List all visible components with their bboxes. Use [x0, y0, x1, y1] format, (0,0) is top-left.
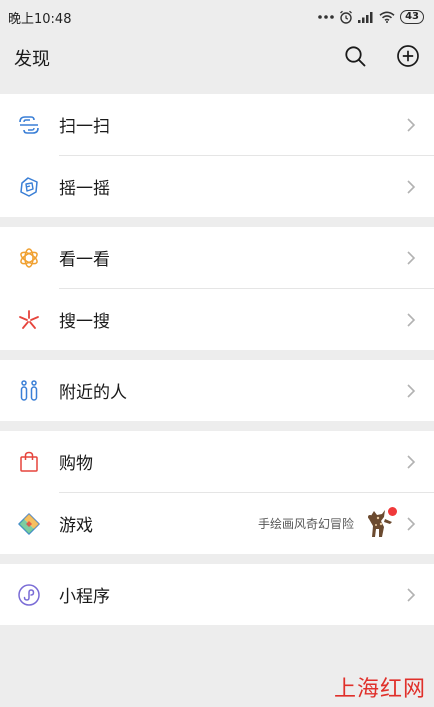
menu-group-4: 购物 游戏 手绘画风奇幻冒险 — [0, 431, 434, 554]
wifi-icon — [379, 11, 395, 23]
search-star-icon — [17, 308, 41, 332]
menu-group-2: 看一看 搜一搜 — [0, 227, 434, 350]
search-icon[interactable] — [344, 45, 366, 71]
mini-programs-icon — [17, 583, 41, 607]
menu-item-shopping[interactable]: 购物 — [0, 431, 434, 492]
games-promo-thumbnail — [360, 505, 398, 543]
menu-group-5: 小程序 — [0, 564, 434, 625]
shake-icon — [17, 175, 41, 199]
menu-item-mini-programs[interactable]: 小程序 — [0, 564, 434, 625]
chevron-right-icon — [406, 250, 418, 266]
header: 发现 — [0, 34, 434, 82]
menu-item-label: 摇一摇 — [59, 179, 110, 199]
add-icon[interactable] — [396, 44, 420, 72]
page-title: 发现 — [14, 49, 50, 70]
menu-item-shake[interactable]: 摇一摇 — [0, 156, 434, 217]
menu-item-label: 购物 — [59, 454, 93, 474]
chevron-right-icon — [406, 312, 418, 328]
status-bar: 晚上10:48 43 — [0, 0, 434, 34]
chevron-right-icon — [406, 383, 418, 399]
menu-item-label: 附近的人 — [59, 383, 127, 403]
menu-item-label: 小程序 — [59, 587, 110, 607]
battery-indicator: 43 — [400, 10, 424, 24]
chevron-right-icon — [406, 117, 418, 133]
signal-icon — [358, 11, 374, 23]
menu-group-3: 附近的人 — [0, 360, 434, 421]
menu-item-label: 看一看 — [59, 250, 110, 270]
chevron-right-icon — [406, 516, 418, 532]
alarm-icon — [339, 10, 353, 24]
menu-item-label: 扫一扫 — [59, 117, 110, 137]
chevron-right-icon — [406, 179, 418, 195]
notification-badge — [388, 506, 397, 516]
shopping-bag-icon — [17, 450, 41, 474]
menu-item-people-nearby[interactable]: 附近的人 — [0, 360, 434, 421]
scan-icon — [17, 113, 41, 137]
menu-item-label: 游戏 — [59, 516, 93, 536]
watermark: 上海红网 — [333, 677, 426, 702]
status-time: 晚上10:48 — [8, 11, 72, 27]
games-promo-text: 手绘画风奇幻冒险 — [257, 517, 354, 531]
menu-item-label: 搜一搜 — [59, 312, 110, 332]
chevron-right-icon — [406, 587, 418, 603]
games-icon — [17, 512, 41, 536]
more-dots-icon — [318, 14, 334, 20]
menu-item-scan[interactable]: 扫一扫 — [0, 94, 434, 155]
status-icons: 43 — [318, 10, 424, 24]
top-stories-icon — [17, 246, 41, 270]
games-promo: 手绘画风奇幻冒险 — [258, 505, 398, 543]
menu-item-games[interactable]: 游戏 手绘画风奇幻冒险 — [0, 493, 434, 554]
people-nearby-icon — [17, 379, 41, 403]
menu-item-search[interactable]: 搜一搜 — [0, 289, 434, 350]
menu-group-1: 扫一扫 摇一摇 — [0, 94, 434, 217]
menu-item-top-stories[interactable]: 看一看 — [0, 227, 434, 288]
chevron-right-icon — [406, 454, 418, 470]
